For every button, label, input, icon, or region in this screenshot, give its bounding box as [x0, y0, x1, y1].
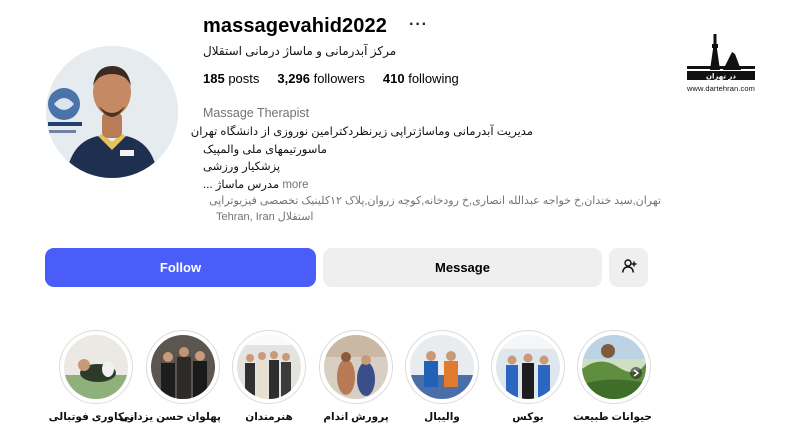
highlight-cover — [151, 335, 215, 399]
highlight-label: بوکس — [512, 411, 544, 423]
following-count: 410 — [382, 71, 405, 86]
highlight-item[interactable]: بوکس — [490, 330, 566, 423]
bio-line: ماسورتیمهای ملی والمپیک — [203, 143, 327, 156]
location-text: Tehran, Iran — [216, 211, 275, 223]
profile-subtitle: مرکز آبدرمانی و ماساژ درمانی استقلال — [203, 44, 397, 58]
message-button[interactable]: Message — [323, 248, 602, 287]
highlight-label: حیوانات طبیعت — [573, 411, 652, 423]
followers-label: followers — [313, 71, 365, 86]
follow-button[interactable]: Follow — [45, 248, 316, 287]
following-label: following — [408, 71, 459, 86]
highlight-label: والیبال — [424, 411, 460, 423]
person-add-icon — [621, 258, 637, 277]
followers-link[interactable]: 3,296 followers — [277, 71, 364, 86]
profile-category: Massage Therapist — [203, 106, 310, 120]
highlight-item[interactable]: هنرمندان — [231, 330, 307, 423]
bio-line: پزشکیار ورزشی — [203, 161, 281, 173]
highlight-cover — [237, 335, 301, 399]
posts-stat[interactable]: 185 posts — [203, 71, 259, 86]
bio-line: مدیریت آبدرمانی وماساژتراپی زیرنظردکترام… — [190, 126, 533, 138]
posts-label: posts — [228, 71, 260, 86]
add-user-button[interactable] — [609, 248, 648, 287]
highlight-cover — [64, 335, 128, 399]
highlight-cover — [410, 335, 474, 399]
highlight-cover — [496, 335, 560, 399]
highlight-item[interactable]: والیبال — [404, 330, 480, 423]
following-link[interactable]: 410 following — [383, 71, 459, 86]
highlight-item[interactable]: پهلوان حسن یزدانی — [119, 330, 221, 423]
ellipsis-icon[interactable]: ··· — [409, 16, 428, 34]
highlight-item[interactable]: ریکاوری فوتبالی — [49, 330, 134, 423]
highlight-item[interactable]: پرورش اندام — [318, 330, 394, 423]
profile-bio: مدیریت آبدرمانی وماساژتراپی زیرنظردکترام… — [190, 124, 533, 194]
logo-brand-text: در تهران — [706, 73, 736, 81]
highlight-item[interactable]: حیوانات طبیعت — [573, 330, 652, 423]
profile-address: تهران,سید خندان,خ خواجه عبدالله انصاری,خ… — [209, 193, 661, 225]
bio-line: مدرس ماساژ ... — [203, 178, 280, 191]
address-line-2: استقلال — [277, 211, 314, 223]
logo-url: www.dartehran.com — [687, 84, 755, 93]
bio-more-link[interactable]: more — [282, 179, 308, 191]
profile-stats: 185 posts 3,296 followers 410 following — [203, 71, 459, 86]
profile-avatar[interactable] — [46, 46, 178, 178]
profile-username: massagevahid2022 — [203, 15, 387, 37]
highlight-cover — [582, 335, 646, 399]
highlight-label: هنرمندان — [245, 411, 293, 423]
highlight-cover — [324, 335, 388, 399]
posts-count: 185 — [203, 71, 225, 86]
highlight-label: پهلوان حسن یزدانی — [119, 411, 221, 423]
address-line: تهران,سید خندان,خ خواجه عبدالله انصاری,خ… — [209, 195, 661, 207]
highlight-label: پرورش اندام — [323, 411, 389, 423]
followers-count: 3,296 — [277, 71, 310, 86]
address-line: استقلال Tehran, Iran — [216, 209, 661, 225]
